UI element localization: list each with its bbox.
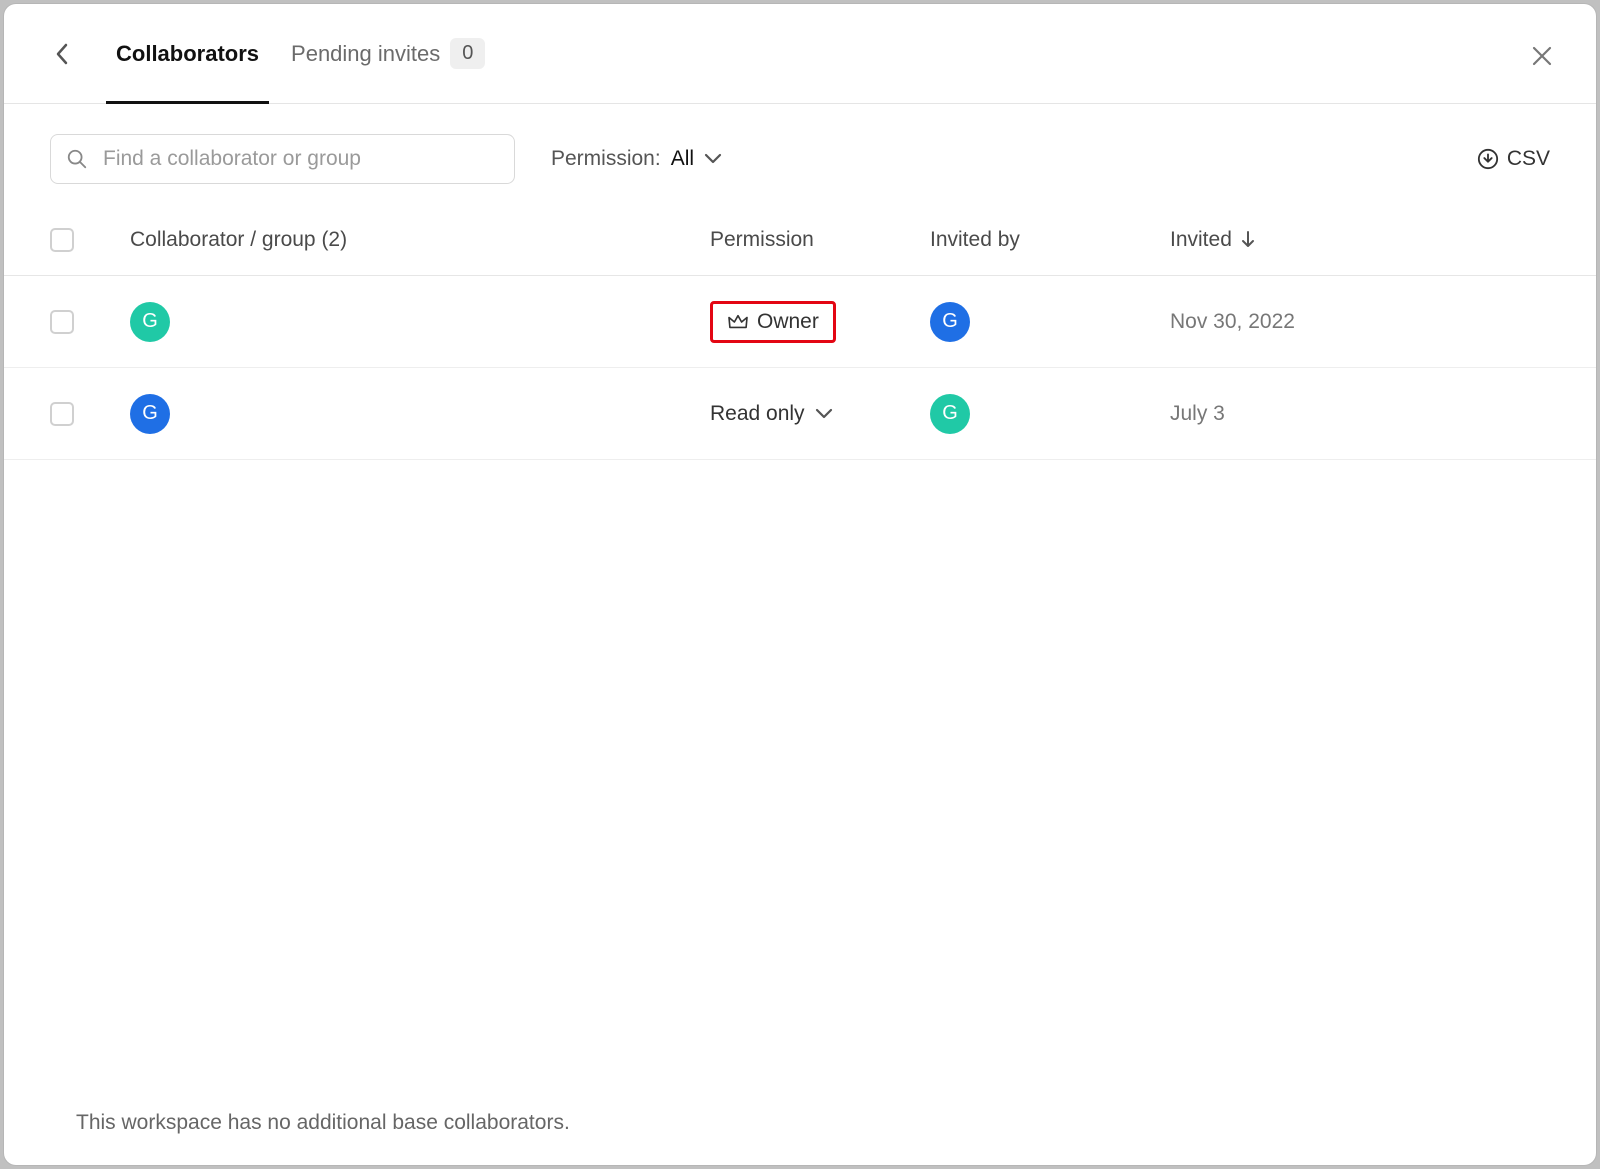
search-wrap	[50, 134, 515, 184]
tabs: Collaborators Pending invites 0	[100, 4, 501, 103]
footer-note: This workspace has no additional base co…	[4, 1111, 1596, 1135]
permission-label: Read only	[710, 402, 805, 426]
close-icon	[1531, 45, 1553, 67]
permission-select[interactable]: Read only	[710, 402, 833, 426]
back-button[interactable]	[44, 36, 80, 72]
tab-pending-invites[interactable]: Pending invites 0	[275, 4, 501, 103]
export-csv-button[interactable]: CSV	[1477, 147, 1550, 171]
avatar: G	[130, 394, 170, 434]
table-row: G Owner G Nov 30, 2022	[4, 276, 1596, 368]
avatar: G	[130, 302, 170, 342]
table-header: Collaborator / group (2) Permission Invi…	[4, 204, 1596, 276]
permission-owner: Owner	[710, 301, 836, 343]
modal-header: Collaborators Pending invites 0	[4, 4, 1596, 104]
csv-label: CSV	[1507, 147, 1550, 171]
collaborator-table: Collaborator / group (2) Permission Invi…	[4, 204, 1596, 460]
chevron-down-icon	[815, 408, 833, 420]
filter-bar: Permission: All CSV	[4, 104, 1596, 204]
download-icon	[1477, 148, 1499, 170]
crown-icon	[727, 313, 749, 331]
tab-collaborators[interactable]: Collaborators	[100, 4, 275, 103]
col-invited[interactable]: Invited	[1170, 228, 1430, 252]
invited-date: Nov 30, 2022	[1170, 310, 1430, 334]
permission-filter-value: All	[671, 147, 694, 171]
invited-by-avatar: G	[930, 394, 970, 434]
permission-filter[interactable]: Permission: All	[551, 147, 722, 171]
chevron-left-icon	[55, 43, 69, 65]
chevron-down-icon	[704, 153, 722, 165]
arrow-down-icon	[1240, 230, 1256, 250]
invited-by-avatar: G	[930, 302, 970, 342]
permission-filter-label: Permission:	[551, 147, 661, 171]
pending-count-badge: 0	[450, 38, 485, 69]
table-row: G Read only G July 3	[4, 368, 1596, 460]
permission-label: Owner	[757, 310, 819, 334]
search-input[interactable]	[50, 134, 515, 184]
col-permission[interactable]: Permission	[710, 228, 930, 252]
row-checkbox[interactable]	[50, 402, 74, 426]
close-button[interactable]	[1524, 38, 1560, 74]
tab-label: Collaborators	[116, 41, 259, 67]
row-checkbox[interactable]	[50, 310, 74, 334]
select-all-checkbox[interactable]	[50, 228, 74, 252]
invited-date: July 3	[1170, 402, 1430, 426]
col-collaborator[interactable]: Collaborator / group (2)	[130, 228, 710, 252]
col-invited-by[interactable]: Invited by	[930, 228, 1170, 252]
collaborators-modal: Collaborators Pending invites 0 Permissi…	[4, 4, 1596, 1165]
tab-label: Pending invites	[291, 41, 440, 67]
search-icon	[66, 148, 88, 170]
